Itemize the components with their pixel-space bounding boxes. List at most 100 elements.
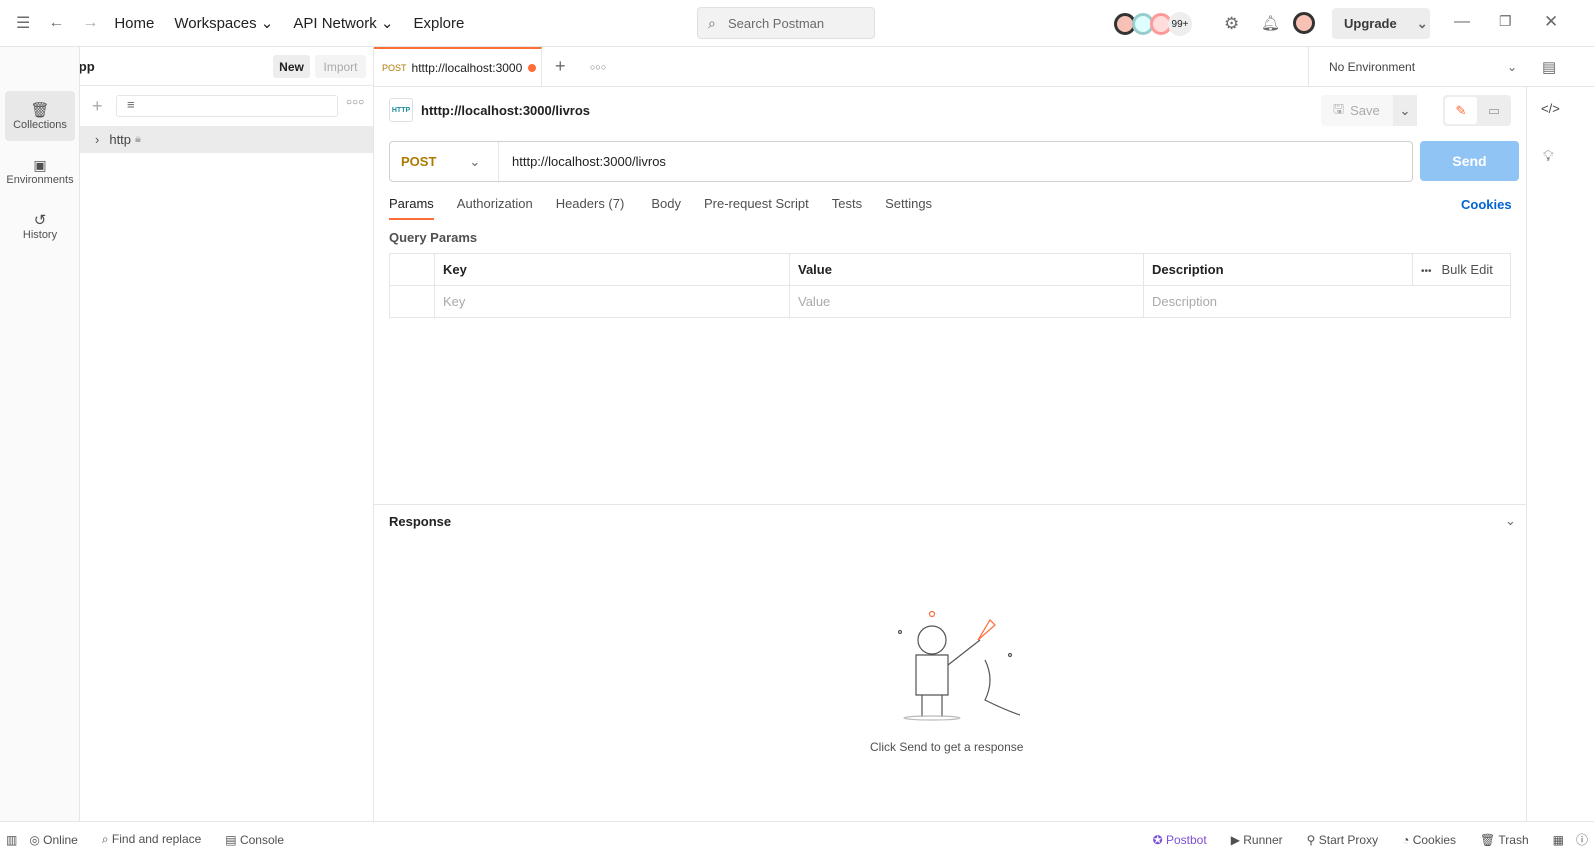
chevron-down-icon[interactable]: ⌄ [1505,513,1516,529]
environments-icon: ▣ [33,156,47,173]
nav-label: History [22,229,58,241]
user-avatar[interactable] [1293,12,1315,34]
collections-sidebar: + ≡ ○○○ › http 🔒︎ [80,86,374,821]
add-icon[interactable]: + [92,96,103,117]
runner-button[interactable]: ▶ Runner [1231,833,1295,847]
query-params-title: Query Params [389,230,478,245]
nav-api-network-label: API Network [293,15,377,32]
back-icon[interactable]: ← [48,14,64,32]
new-button[interactable]: New [273,55,310,78]
collection-name: http [109,132,132,147]
chevron-down-icon[interactable]: ⌄ [1393,95,1417,126]
url-input[interactable]: htttp://localhost:3000/livros [512,154,666,169]
tab-options-icon[interactable]: ○○○ [590,62,606,72]
lightbulb-icon[interactable]: 💡︎ [1543,148,1554,165]
comments-icon[interactable]: ▭ [1479,97,1509,124]
avatar-count: 99+ [1168,12,1192,36]
console-label: Console [239,832,284,847]
nav-collections[interactable]: 🗑︎ Collections [5,91,75,141]
team-avatars[interactable]: 99+ [1114,12,1192,36]
send-button[interactable]: Send [1420,141,1519,181]
proxy-label: Start Proxy [1318,832,1379,847]
more-icon[interactable]: ○○○ [346,97,364,108]
environment-select[interactable]: No Environment ⌄ [1308,47,1526,86]
mode-toggle: ✎ ▭ [1443,95,1511,126]
bulk-edit-button[interactable]: Bulk Edit [1442,262,1493,277]
method-label: POST [401,154,437,169]
search-icon: ⌕ [708,14,716,31]
close-icon[interactable]: ✕ [1544,12,1558,32]
unsaved-dot [527,63,536,72]
left-nav: 🗑︎ Collections ▣ Environments ↺ History [0,47,80,821]
request-name: htttp://localhost:3000/livros [421,103,591,118]
more-icon[interactable]: ••• [1421,266,1432,277]
tab-body[interactable]: Body [651,196,681,220]
method-select[interactable]: POST ⌄ [390,142,499,181]
response-title: Response [389,514,452,529]
search-placeholder: Search Postman [728,15,825,31]
nav-environments[interactable]: ▣ Environments [5,146,75,196]
save-button[interactable]: 🖫 Save ⌄ [1321,95,1417,126]
save-label: Save [1350,103,1380,118]
description-input[interactable]: Description [1143,285,1511,318]
nav-home[interactable]: Home [114,15,154,32]
notifications-icon[interactable]: 🔔︎ [1261,14,1280,32]
tab-settings[interactable]: Settings [885,196,932,220]
request-tab[interactable]: POST htttp://localhost:3000 [374,47,542,86]
layout-icon[interactable]: ▦ [1553,833,1564,847]
tab-params[interactable]: Params [389,196,434,220]
key-input[interactable]: Key [434,285,790,318]
menu-icon[interactable]: ☰ [16,13,30,33]
tab-headers[interactable]: Headers (7) [556,196,625,220]
astronaut-illustration [897,610,1020,721]
minimize-icon[interactable]: — [1454,13,1470,31]
toggle-sidebar-icon[interactable]: ▥ [6,833,17,847]
search-input[interactable]: ⌕ Search Postman [697,7,875,39]
find-replace-button[interactable]: ⌕ Find and replace [102,832,213,847]
start-proxy-button[interactable]: ⚲ Start Proxy [1307,833,1390,847]
maximize-icon[interactable]: ❐ [1499,13,1512,30]
code-icon[interactable]: </> [1541,101,1560,116]
table-header-row: Key Value Description ••• Bulk Edit [389,253,1511,286]
params-table: Key Value Description ••• Bulk Edit Key Value… [389,253,1511,318]
settings-icon[interactable]: ⚙ [1224,14,1239,34]
tab-method: POST [382,62,407,73]
online-status[interactable]: ◎ Online [29,833,90,847]
value-input[interactable]: Value [789,285,1144,318]
postbot-label: Postbot [1165,832,1207,847]
nav-explore[interactable]: Explore [413,15,464,32]
trash-button[interactable]: 🗑︎ Trash [1480,833,1541,847]
cookies-button[interactable]: ◔ Cookies [1402,833,1468,847]
lock-icon: 🔒︎ [135,133,141,145]
nav-api-network[interactable]: API Network ⌄ [293,14,393,32]
chevron-down-icon: ⌄ [1416,15,1428,31]
empty-response-message: Click Send to get a response [870,740,1024,754]
nav-label: Collections [13,119,67,131]
status-bar: ▥ ◎ Online ⌕ Find and replace ▤ Console … [0,821,1594,857]
cookies-label: Cookies [1412,832,1457,847]
tab-authorization[interactable]: Authorization [457,196,533,220]
nav-workspaces[interactable]: Workspaces ⌄ [174,14,273,32]
edit-icon[interactable]: ✎ [1445,97,1477,124]
runner-label: Runner [1243,832,1283,847]
cookies-link[interactable]: Cookies [1461,197,1512,212]
header-key: Key [434,253,790,286]
environment-quick-look-icon[interactable]: ▤ [1542,58,1556,76]
tab-pre-request-script[interactable]: Pre-request Script [704,196,809,220]
tab-tests[interactable]: Tests [832,196,862,220]
nav-label: Environments [6,173,74,186]
save-icon: 🖫 [1333,100,1345,116]
collection-item[interactable]: › http 🔒︎ [80,126,373,153]
import-button[interactable]: Import [315,55,366,78]
chevron-down-icon: ⌄ [469,153,481,169]
nav-history[interactable]: ↺ History [5,201,75,251]
forward-icon[interactable]: → [82,14,98,32]
console-button[interactable]: ▤ Console [225,833,296,847]
upgrade-button[interactable]: Upgrade ⌄ [1332,8,1430,39]
chevron-right-icon: › [95,132,100,147]
header-value: Value [789,253,1144,286]
help-icon[interactable]: ⓘ [1576,831,1588,848]
new-tab-icon[interactable]: + [555,56,566,77]
postbot-button[interactable]: ✪ Postbot [1153,833,1219,847]
filter-input[interactable]: ≡ [116,95,338,117]
